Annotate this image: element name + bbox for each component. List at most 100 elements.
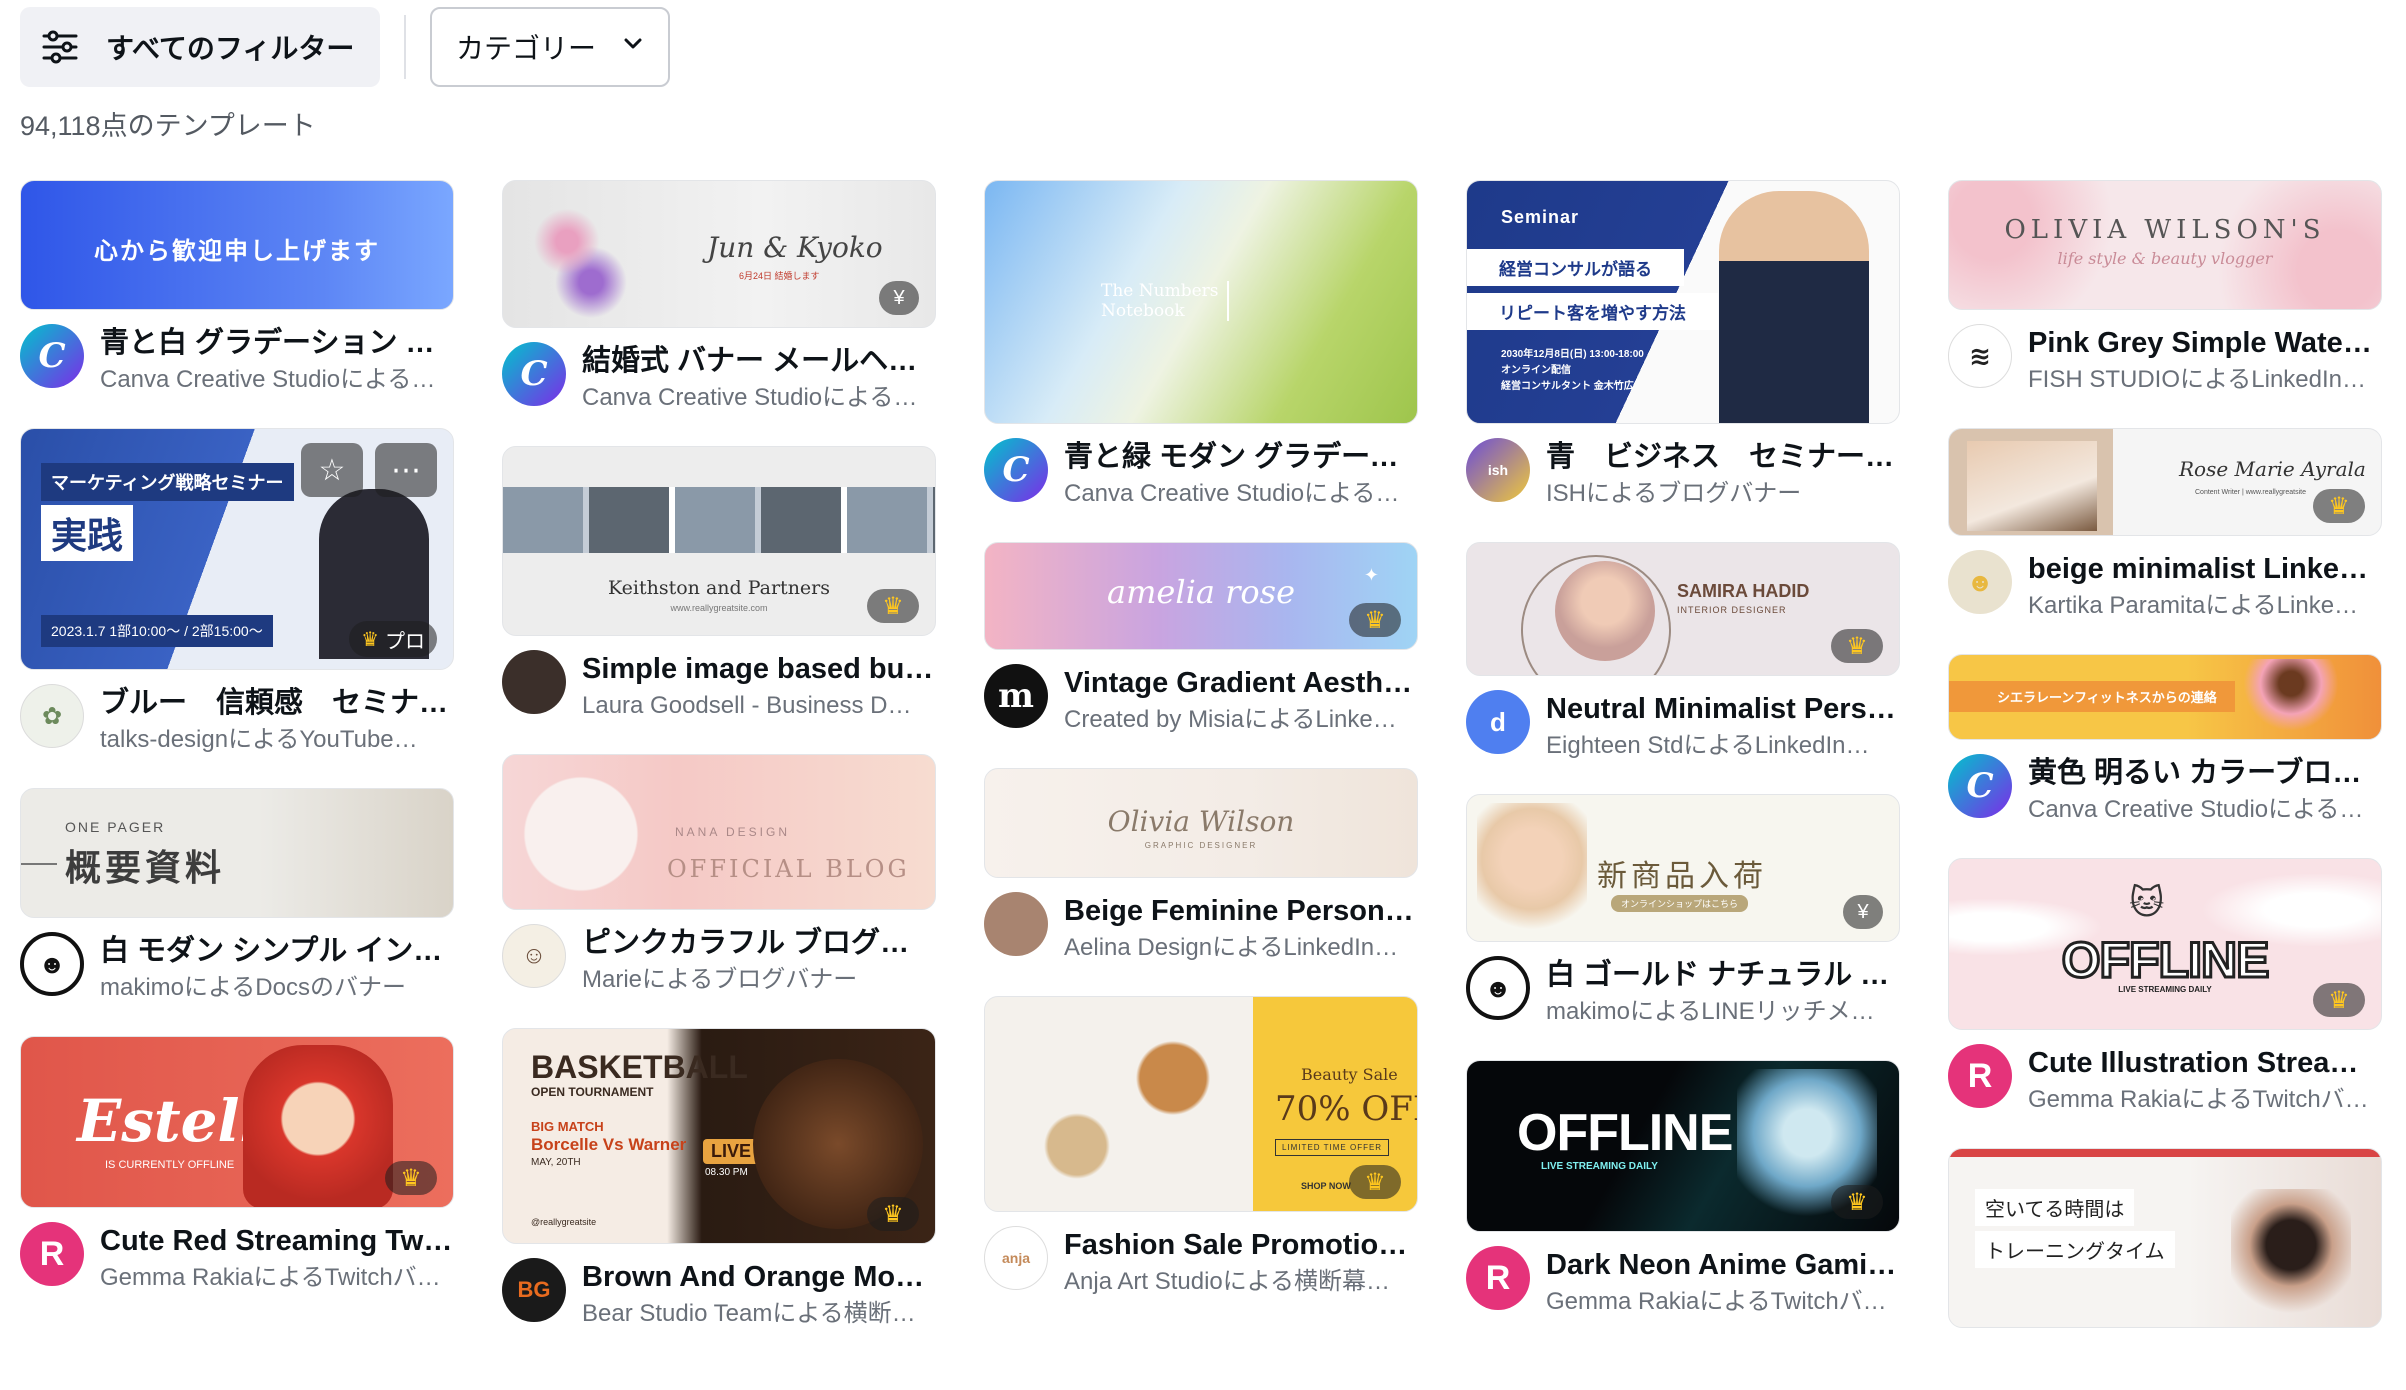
- template-author[interactable]: Bear Studio Teamによる横断…: [582, 1296, 936, 1332]
- template-title[interactable]: ブルー 信頼感 セミナ…: [100, 684, 454, 722]
- author-avatar[interactable]: BG: [502, 1258, 566, 1322]
- template-title[interactable]: ピンクカラフル ブログヘ…: [582, 924, 936, 962]
- template-title[interactable]: 青と白 グラデーション へ…: [100, 324, 454, 362]
- author-avatar[interactable]: R: [20, 1222, 84, 1286]
- template-card[interactable]: Seminar 経営コンサルが語る リピート客を増やす方法 2030年12月8日…: [1466, 180, 1900, 512]
- author-avatar[interactable]: anja: [984, 1226, 1048, 1290]
- template-card[interactable]: OFFLINE LIVE STREAMING DAILY ♛ R Dark Ne…: [1466, 1060, 1900, 1320]
- author-avatar[interactable]: ☻: [1948, 550, 2012, 614]
- template-title[interactable]: 白 ゴールド ナチュラル …: [1546, 956, 1900, 994]
- template-title[interactable]: Vintage Gradient Aesth…: [1064, 664, 1418, 702]
- template-card[interactable]: OLIVIA WILSON'S life style & beauty vlog…: [1948, 180, 2382, 398]
- template-author[interactable]: Canva Creative Studioによる…: [582, 380, 936, 416]
- category-dropdown[interactable]: カテゴリー: [430, 7, 670, 87]
- template-thumbnail[interactable]: 新商品入荷 オンラインショップはこちら ¥: [1466, 794, 1900, 942]
- template-thumbnail[interactable]: OFFLINE LIVE STREAMING DAILY ♛: [1466, 1060, 1900, 1232]
- author-avatar[interactable]: ☺: [502, 924, 566, 988]
- template-thumbnail[interactable]: The Numbers Notebook: [984, 180, 1418, 424]
- template-author[interactable]: Eighteen StdによるLinkedIn…: [1546, 728, 1900, 764]
- author-avatar[interactable]: C: [20, 324, 84, 388]
- template-thumbnail[interactable]: Seminar 経営コンサルが語る リピート客を増やす方法 2030年12月8日…: [1466, 180, 1900, 424]
- template-card[interactable]: 新商品入荷 オンラインショップはこちら ¥ ☻ 白 ゴールド ナチュラル … m…: [1466, 794, 1900, 1030]
- template-thumbnail[interactable]: マーケティング戦略セミナー 実践 2023.1.7 1部10:00〜 / 2部1…: [20, 428, 454, 670]
- template-author[interactable]: Anja Art Studioによる横断幕…: [1064, 1264, 1418, 1300]
- template-author[interactable]: talks-designによるYouTube…: [100, 722, 454, 758]
- template-card[interactable]: Keithston and Partners www.reallygreatsi…: [502, 446, 936, 724]
- template-title[interactable]: 黄色 明るい カラーブロッ…: [2028, 754, 2382, 792]
- template-card[interactable]: マーケティング戦略セミナー 実践 2023.1.7 1部10:00〜 / 2部1…: [20, 428, 454, 758]
- template-title[interactable]: Neutral Minimalist Pers…: [1546, 690, 1900, 728]
- template-card[interactable]: amelia rose ✦ ♛ m Vintage Gradient Aesth…: [984, 542, 1418, 738]
- template-card[interactable]: NANA DESIGN OFFICIAL BLOG ☺ ピンクカラフル ブログヘ…: [502, 754, 936, 998]
- template-title[interactable]: Simple image based bu…: [582, 650, 936, 688]
- template-author[interactable]: Marieによるブログバナー: [582, 962, 936, 998]
- author-avatar[interactable]: ✿: [20, 684, 84, 748]
- template-card[interactable]: シエラレーンフィットネスからの連絡 C 黄色 明るい カラーブロッ… Canva…: [1948, 654, 2382, 828]
- author-avatar[interactable]: C: [984, 438, 1048, 502]
- template-thumbnail[interactable]: 🐱 OFFLINE LIVE STREAMING DAILY ♛: [1948, 858, 2382, 1030]
- template-author[interactable]: Kartika ParamitaによるLinke…: [2028, 588, 2382, 624]
- author-avatar[interactable]: ≋: [1948, 324, 2012, 388]
- template-author[interactable]: FISH STUDIOによるLinkedIn…: [2028, 362, 2382, 398]
- template-author[interactable]: Canva Creative Studioによる…: [2028, 792, 2382, 828]
- template-author[interactable]: Gemma RakiaによるTwitchバ…: [100, 1260, 454, 1296]
- template-thumbnail[interactable]: SAMIRA HADID INTERIOR DESIGNER ♛: [1466, 542, 1900, 676]
- template-title[interactable]: Beige Feminine Persona…: [1064, 892, 1418, 930]
- template-card[interactable]: ONE PAGER 概要資料 ☻ 白 モダン シンプル イン… makimoによ…: [20, 788, 454, 1006]
- template-author[interactable]: Gemma RakiaによるTwitchバ…: [2028, 1082, 2382, 1118]
- template-thumbnail[interactable]: Keithston and Partners www.reallygreatsi…: [502, 446, 936, 636]
- template-card[interactable]: 空いてる時間は トレーニングタイム: [1948, 1148, 2382, 1328]
- template-card[interactable]: Olivia Wilson GRAPHIC DESIGNER Beige Fem…: [984, 768, 1418, 966]
- template-thumbnail[interactable]: シエラレーンフィットネスからの連絡: [1948, 654, 2382, 740]
- template-thumbnail[interactable]: Olivia Wilson GRAPHIC DESIGNER: [984, 768, 1418, 878]
- template-author[interactable]: Laura Goodsell - Business D…: [582, 688, 936, 724]
- template-title[interactable]: Pink Grey Simple Water…: [2028, 324, 2382, 362]
- author-avatar[interactable]: ish: [1466, 438, 1530, 502]
- template-title[interactable]: Dark Neon Anime Gami…: [1546, 1246, 1900, 1284]
- template-thumbnail[interactable]: Beauty Sale 70% OFF LIMITED TIME OFFER S…: [984, 996, 1418, 1212]
- template-thumbnail[interactable]: Rose Marie Ayrala Content Writer | www.r…: [1948, 428, 2382, 536]
- template-author[interactable]: Aelina DesignによるLinkedIn…: [1064, 930, 1418, 966]
- author-avatar[interactable]: ☻: [20, 932, 84, 996]
- template-card[interactable]: BASKETBALL OPEN TOURNAMENT BIG MATCH Bor…: [502, 1028, 936, 1332]
- author-avatar[interactable]: [984, 892, 1048, 956]
- author-avatar[interactable]: R: [1948, 1044, 2012, 1108]
- template-author[interactable]: makimoによるLINEリッチメ…: [1546, 994, 1900, 1030]
- all-filters-button[interactable]: すべてのフィルター: [20, 7, 380, 87]
- template-card[interactable]: Jun & Kyoko 6月24日 結婚します ¥ C 結婚式 バナー メールヘ…: [502, 180, 936, 416]
- author-avatar[interactable]: C: [1948, 754, 2012, 818]
- template-title[interactable]: beige minimalist Linked…: [2028, 550, 2382, 588]
- template-title[interactable]: Brown And Orange Mod…: [582, 1258, 936, 1296]
- template-thumbnail[interactable]: amelia rose ✦ ♛: [984, 542, 1418, 650]
- template-title[interactable]: Fashion Sale Promotion…: [1064, 1226, 1418, 1264]
- template-card[interactable]: Rose Marie Ayrala Content Writer | www.r…: [1948, 428, 2382, 624]
- author-avatar[interactable]: [502, 650, 566, 714]
- author-avatar[interactable]: C: [502, 342, 566, 406]
- template-author[interactable]: makimoによるDocsのバナー: [100, 970, 454, 1006]
- template-thumbnail[interactable]: 心から歓迎申し上げます: [20, 180, 454, 310]
- author-avatar[interactable]: R: [1466, 1246, 1530, 1310]
- template-card[interactable]: The Numbers Notebook C 青と緑 モダン グラデーシ… Ca…: [984, 180, 1418, 512]
- template-thumbnail[interactable]: 空いてる時間は トレーニングタイム: [1948, 1148, 2382, 1328]
- template-card[interactable]: SAMIRA HADID INTERIOR DESIGNER ♛ d Neutr…: [1466, 542, 1900, 764]
- template-card[interactable]: Beauty Sale 70% OFF LIMITED TIME OFFER S…: [984, 996, 1418, 1300]
- template-thumbnail[interactable]: Estelle IS CURRENTLY OFFLINE ♛: [20, 1036, 454, 1208]
- author-avatar[interactable]: ☻: [1466, 956, 1530, 1020]
- template-title[interactable]: 結婚式 バナー メールヘッ…: [582, 342, 936, 380]
- template-title[interactable]: Cute Illustration Strea…: [2028, 1044, 2382, 1082]
- more-options-icon[interactable]: ⋯: [375, 443, 437, 497]
- template-card[interactable]: 心から歓迎申し上げます C 青と白 グラデーション へ… Canva Creat…: [20, 180, 454, 398]
- template-card[interactable]: Estelle IS CURRENTLY OFFLINE ♛ R Cute Re…: [20, 1036, 454, 1296]
- template-thumbnail[interactable]: ONE PAGER 概要資料: [20, 788, 454, 918]
- template-author[interactable]: Canva Creative Studioによる…: [1064, 476, 1418, 512]
- template-card[interactable]: 🐱 OFFLINE LIVE STREAMING DAILY ♛ R Cute …: [1948, 858, 2382, 1118]
- template-thumbnail[interactable]: BASKETBALL OPEN TOURNAMENT BIG MATCH Bor…: [502, 1028, 936, 1244]
- template-author[interactable]: Gemma RakiaによるTwitchバ…: [1546, 1284, 1900, 1320]
- template-thumbnail[interactable]: Jun & Kyoko 6月24日 結婚します ¥: [502, 180, 936, 328]
- template-thumbnail[interactable]: OLIVIA WILSON'S life style & beauty vlog…: [1948, 180, 2382, 310]
- template-title[interactable]: 白 モダン シンプル イン…: [100, 932, 454, 970]
- template-title[interactable]: 青と緑 モダン グラデーシ…: [1064, 438, 1418, 476]
- template-title[interactable]: 青 ビジネス セミナー…: [1546, 438, 1900, 476]
- author-avatar[interactable]: m: [984, 664, 1048, 728]
- author-avatar[interactable]: d: [1466, 690, 1530, 754]
